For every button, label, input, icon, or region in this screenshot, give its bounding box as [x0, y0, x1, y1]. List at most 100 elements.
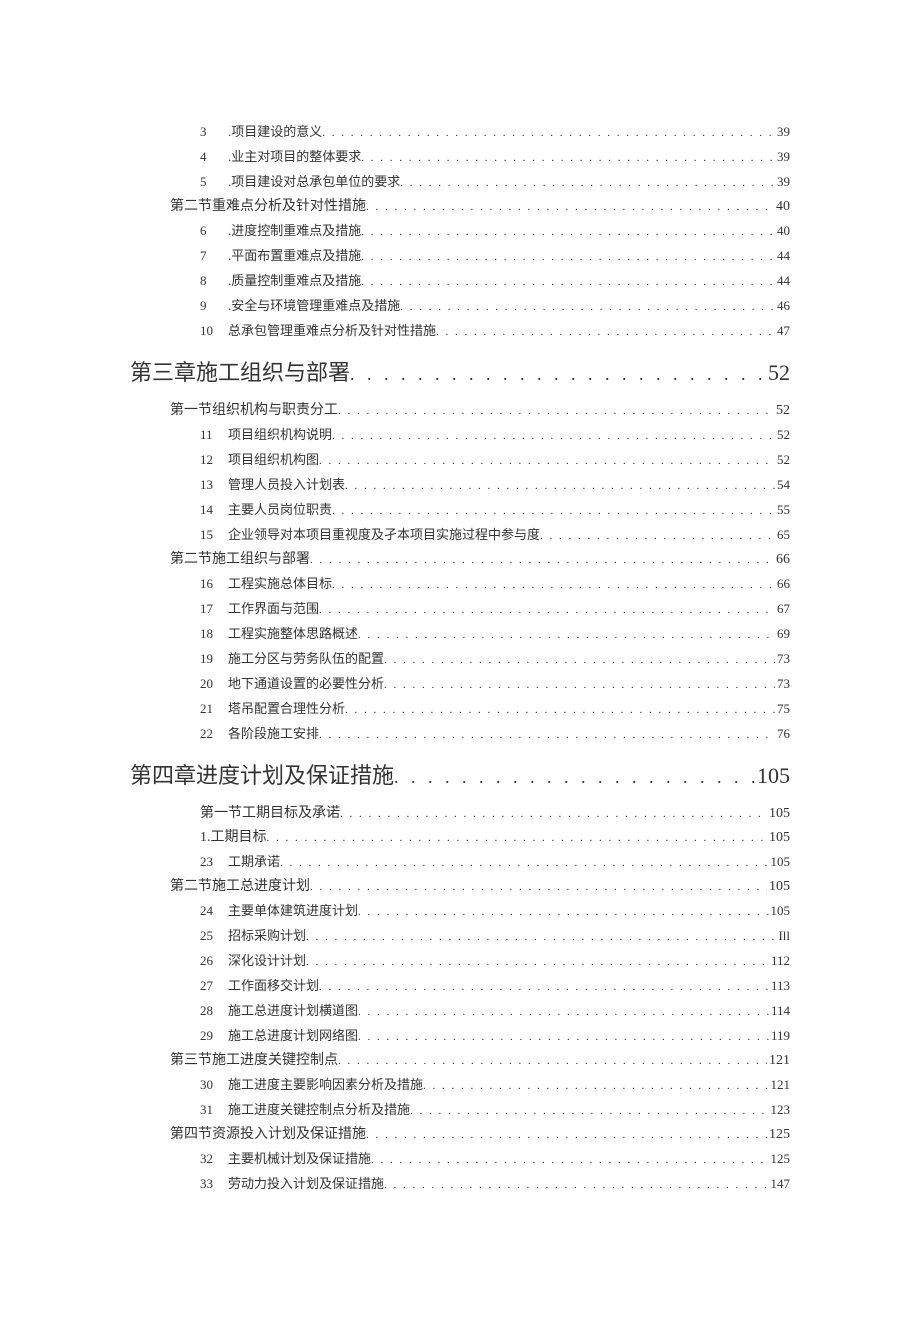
toc-entry-number: 33 [200, 1172, 228, 1196]
toc-entry-title: 地下通道设置的必要性分析 [228, 672, 384, 696]
toc-dot-leader [400, 170, 775, 195]
toc-dot-leader [540, 523, 775, 548]
toc-entry: 5.项目建设对总承包单位的要求39 [130, 170, 790, 195]
toc-entry-title: .项目建设对总承包单位的要求 [228, 170, 400, 194]
toc-dot-leader [345, 473, 775, 498]
toc-dot-leader [319, 974, 769, 999]
toc-dot-leader [371, 1147, 768, 1172]
toc-entry-title: 各阶段施工安排 [228, 722, 319, 746]
toc-entry-title: 工程实施整体思路概述 [228, 622, 358, 646]
toc-entry-title: 劳动力投入计划及保证措施 [228, 1172, 384, 1196]
toc-entry: 14主要人员岗位职责55 [130, 498, 790, 523]
toc-entry: 6.进度控制重难点及措施40 [130, 219, 790, 244]
toc-entry-number: 11 [200, 423, 228, 447]
toc-entry-number: 20 [200, 672, 228, 696]
toc-entry: 4.业主对项目的整体要求39 [130, 145, 790, 170]
toc-entry-page: 123 [769, 1098, 791, 1122]
toc-entry-page: 44 [775, 244, 790, 268]
toc-entry-number: 22 [200, 722, 228, 746]
toc-dot-leader [306, 949, 769, 974]
toc-entry-title: 第二节重难点分析及针对性措施 [170, 195, 366, 219]
toc-dot-leader [436, 319, 775, 344]
toc-entry-title: 第三章施工组织与部署 [130, 356, 350, 390]
table-of-contents: 3.项目建设的意义 394.业主对项目的整体要求395.项目建设对总承包单位的要求… [130, 120, 790, 1197]
toc-entry-number: 28 [200, 999, 228, 1023]
toc-entry-page: 54 [775, 473, 790, 497]
toc-entry: 第二节施工总进度计划 105 [130, 875, 790, 899]
toc-entry-title: 第三节施工进度关键控制点 [170, 1049, 338, 1073]
toc-dot-leader [358, 1024, 769, 1049]
toc-entry-title: 第四节资源投入计划及保证措施 [170, 1123, 366, 1147]
toc-entry-page: 46 [775, 294, 790, 318]
toc-entry-number: 21 [200, 697, 228, 721]
toc-dot-leader [361, 269, 775, 294]
toc-entry-title: 施工进度关键控制点分析及措施 [228, 1098, 410, 1122]
toc-entry-number: 29 [200, 1024, 228, 1048]
toc-entry-page: 47 [775, 319, 790, 343]
toc-dot-leader [340, 802, 767, 826]
toc-entry: 30施工进度主要影响因素分析及措施121 [130, 1073, 790, 1098]
toc-entry-title: 第二节施工总进度计划 [170, 875, 310, 899]
toc-entry-page: 119 [769, 1024, 790, 1048]
toc-entry: 31施工进度关键控制点分析及措施 123 [130, 1098, 790, 1123]
toc-entry-title: 工作面移交计划 [228, 974, 319, 998]
toc-entry-number: 19 [200, 647, 228, 671]
toc-entry: 第一节工期目标及承诺105 [130, 802, 790, 826]
toc-entry: 1.工期目标105 [130, 826, 790, 850]
toc-entry: 15企业领导对本项目重视度及孑本项目实施过程中参与度65 [130, 523, 790, 548]
toc-entry-number: 3 [200, 120, 228, 144]
toc-entry-number: 31 [200, 1098, 228, 1122]
toc-entry-page: 105 [769, 899, 791, 923]
toc-entry-number: 10 [200, 319, 228, 343]
toc-entry: 7.平面布置重难点及措施44 [130, 244, 790, 269]
toc-entry-title: 1.工期目标 [200, 826, 267, 850]
toc-entry: 12项目组织机构图52 [130, 448, 790, 473]
toc-entry-number: 6 [200, 219, 228, 243]
toc-entry-title: 主要单体建筑进度计划 [228, 899, 358, 923]
toc-entry-page: 65 [775, 523, 790, 547]
toc-entry-page: 52 [774, 399, 790, 423]
toc-entry-page: 44 [775, 269, 790, 293]
toc-dot-leader [319, 448, 775, 473]
toc-entry-number: 17 [200, 597, 228, 621]
toc-entry-page: 125 [769, 1147, 791, 1171]
toc-entry-page: 52 [766, 356, 790, 390]
toc-entry-title: 施工总进度计划网络图 [228, 1024, 358, 1048]
toc-dot-leader [310, 548, 774, 572]
toc-entry-page: 67 [775, 597, 790, 621]
toc-entry-title: 总承包管理重难点分析及针对性措施 [228, 319, 436, 343]
toc-dot-leader [319, 597, 775, 622]
toc-entry-page: 75 [775, 697, 790, 721]
toc-entry-title: .项目建设的意义 [228, 120, 322, 144]
toc-dot-leader [310, 875, 767, 899]
toc-entry-title: 第一节工期目标及承诺 [200, 802, 340, 826]
toc-dot-leader [361, 244, 775, 269]
toc-entry-title: .平面布置重难点及措施 [228, 244, 361, 268]
toc-entry-page: 105 [767, 875, 790, 899]
toc-entry: 33劳动力投入计划及保证措施 147 [130, 1172, 790, 1197]
toc-entry-title: 主要人员岗位职责 [228, 498, 332, 522]
toc-entry-number: 4 [200, 145, 228, 169]
toc-entry-page: 52 [775, 423, 790, 447]
toc-entry-number: 30 [200, 1073, 228, 1097]
toc-entry-page: 39 [775, 120, 790, 144]
toc-entry-number: 24 [200, 899, 228, 923]
toc-entry: 第二节重难点分析及针对性措施 40 [130, 195, 790, 219]
toc-dot-leader [400, 294, 775, 319]
toc-entry-page: 40 [775, 219, 790, 243]
toc-entry: 9.安全与环境管理重难点及措施46 [130, 294, 790, 319]
toc-entry-page: 147 [769, 1172, 791, 1196]
toc-entry-number: 32 [200, 1147, 228, 1171]
toc-entry: 17工作界面与范围67 [130, 597, 790, 622]
toc-entry: 第四节资源投入计划及保证措施125 [130, 1123, 790, 1147]
toc-entry-number: 16 [200, 572, 228, 596]
toc-entry-number: 5 [200, 170, 228, 194]
toc-dot-leader [384, 647, 775, 672]
toc-entry-page: 105 [769, 850, 791, 874]
toc-entry: 11项目组织机构说明 52 [130, 423, 790, 448]
toc-dot-leader [423, 1073, 768, 1098]
toc-entry-title: .质量控制重难点及措施 [228, 269, 361, 293]
toc-entry-number: 8 [200, 269, 228, 293]
toc-entry-title: 项目组织机构说明 [228, 423, 332, 447]
toc-entry-page: 40 [774, 195, 790, 219]
